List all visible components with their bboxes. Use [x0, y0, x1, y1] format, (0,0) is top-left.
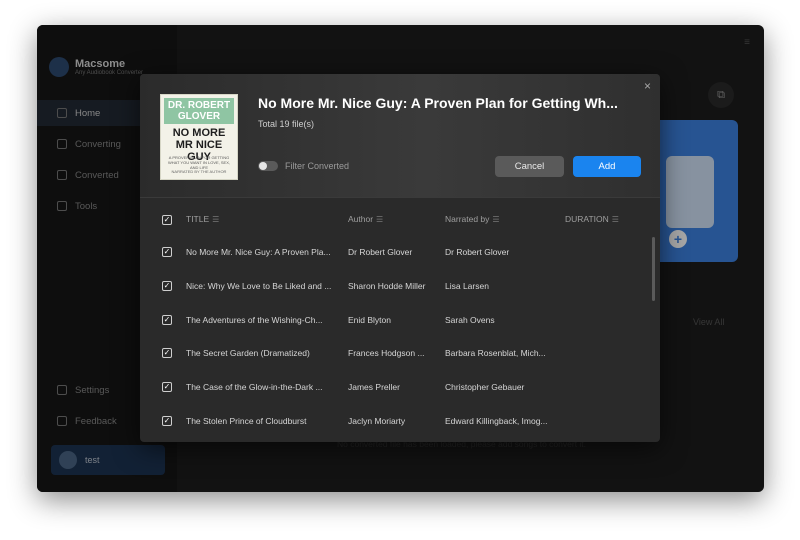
table-row[interactable]: ✓ The Stolen Prince of Cloudburst Jaclyn… — [140, 404, 660, 438]
file-count: Total 19 file(s) — [258, 119, 315, 129]
row-narrator: Sarah Ovens — [445, 315, 495, 325]
cover-author: DR. ROBERT GLOVER — [164, 98, 234, 124]
row-narrator: Dr Robert Glover — [445, 247, 510, 257]
filter-label: Filter Converted — [285, 161, 350, 171]
book-title: No More Mr. Nice Guy: A Proven Plan for … — [258, 95, 618, 111]
row-author: Jaclyn Moriarty — [348, 416, 406, 426]
table-row[interactable]: ✓ Nice: Why We Love to Be Liked and ... … — [140, 269, 660, 303]
cancel-button[interactable]: Cancel — [495, 156, 564, 177]
cover-subtitle: A PROVEN PLAN FOR GETTING WHAT YOU WANT … — [167, 155, 230, 170]
table-row[interactable]: ✓ The Case of the Glow-in-the-Dark ... J… — [140, 370, 660, 404]
row-checkbox[interactable]: ✓ — [162, 416, 172, 426]
dialog-header: × DR. ROBERT GLOVER NO MORE MR NICE GUY … — [140, 74, 660, 198]
row-author: Sharon Hodde Miller — [348, 281, 426, 291]
table-row[interactable]: ✓ No More Mr. Nice Guy: A Proven Pla... … — [140, 235, 660, 269]
row-title: The Secret Garden (Dramatized) — [186, 348, 310, 358]
row-author: James Preller — [348, 382, 400, 392]
cover-narrator: NARRATED BY THE AUTHOR — [171, 169, 227, 174]
column-author[interactable]: Author ☰ — [348, 214, 383, 224]
toggle-knob — [259, 162, 267, 170]
column-narrated[interactable]: Narrated by ☰ — [445, 214, 500, 224]
filter-converted-toggle[interactable]: Filter Converted — [258, 161, 349, 171]
sort-icon: ☰ — [611, 215, 619, 224]
row-title: The Stolen Prince of Cloudburst — [186, 416, 307, 426]
row-title: The Case of the Glow-in-the-Dark ... — [186, 382, 323, 392]
add-files-dialog: × DR. ROBERT GLOVER NO MORE MR NICE GUY … — [140, 74, 660, 442]
book-cover: DR. ROBERT GLOVER NO MORE MR NICE GUY A … — [160, 94, 238, 180]
row-title: Nice: Why We Love to Be Liked and ... — [186, 281, 332, 291]
row-checkbox[interactable]: ✓ — [162, 247, 172, 257]
table-row[interactable]: ✓ The Secret Garden (Dramatized) Frances… — [140, 336, 660, 370]
row-checkbox[interactable]: ✓ — [162, 382, 172, 392]
row-author: Enid Blyton — [348, 315, 391, 325]
column-title-label: TITLE — [186, 214, 210, 224]
row-narrator: Christopher Gebauer — [445, 382, 525, 392]
table-header: ✓ TITLE ☰ Author ☰ Narrated by ☰ DURATION ☰ — [140, 210, 660, 230]
column-duration[interactable]: DURATION ☰ — [565, 214, 619, 224]
row-author: Dr Robert Glover — [348, 247, 413, 257]
column-title[interactable]: TITLE ☰ — [186, 214, 219, 224]
row-checkbox[interactable]: ✓ — [162, 315, 172, 325]
row-narrator: Edward Killingback, Imog... — [445, 416, 548, 426]
sort-icon: ☰ — [212, 215, 220, 224]
close-icon[interactable]: × — [644, 79, 651, 93]
row-checkbox[interactable]: ✓ — [162, 281, 172, 291]
toggle-switch[interactable] — [258, 161, 278, 171]
column-duration-label: DURATION — [565, 214, 609, 224]
row-title: The Adventures of the Wishing-Ch... — [186, 315, 323, 325]
table-row[interactable]: ✓ The Adventures of the Wishing-Ch... En… — [140, 303, 660, 337]
row-narrator: Barbara Rosenblat, Mich... — [445, 348, 546, 358]
column-author-label: Author — [348, 214, 374, 224]
row-author: Frances Hodgson ... — [348, 348, 425, 358]
row-narrator: Lisa Larsen — [445, 281, 489, 291]
sort-icon: ☰ — [376, 215, 384, 224]
sort-icon: ☰ — [492, 215, 500, 224]
add-button[interactable]: Add — [573, 156, 641, 177]
row-title: No More Mr. Nice Guy: A Proven Pla... — [186, 247, 331, 257]
select-all-checkbox[interactable]: ✓ — [162, 215, 172, 225]
scrollbar[interactable] — [652, 237, 655, 301]
row-checkbox[interactable]: ✓ — [162, 348, 172, 358]
column-narrated-label: Narrated by — [445, 214, 490, 224]
